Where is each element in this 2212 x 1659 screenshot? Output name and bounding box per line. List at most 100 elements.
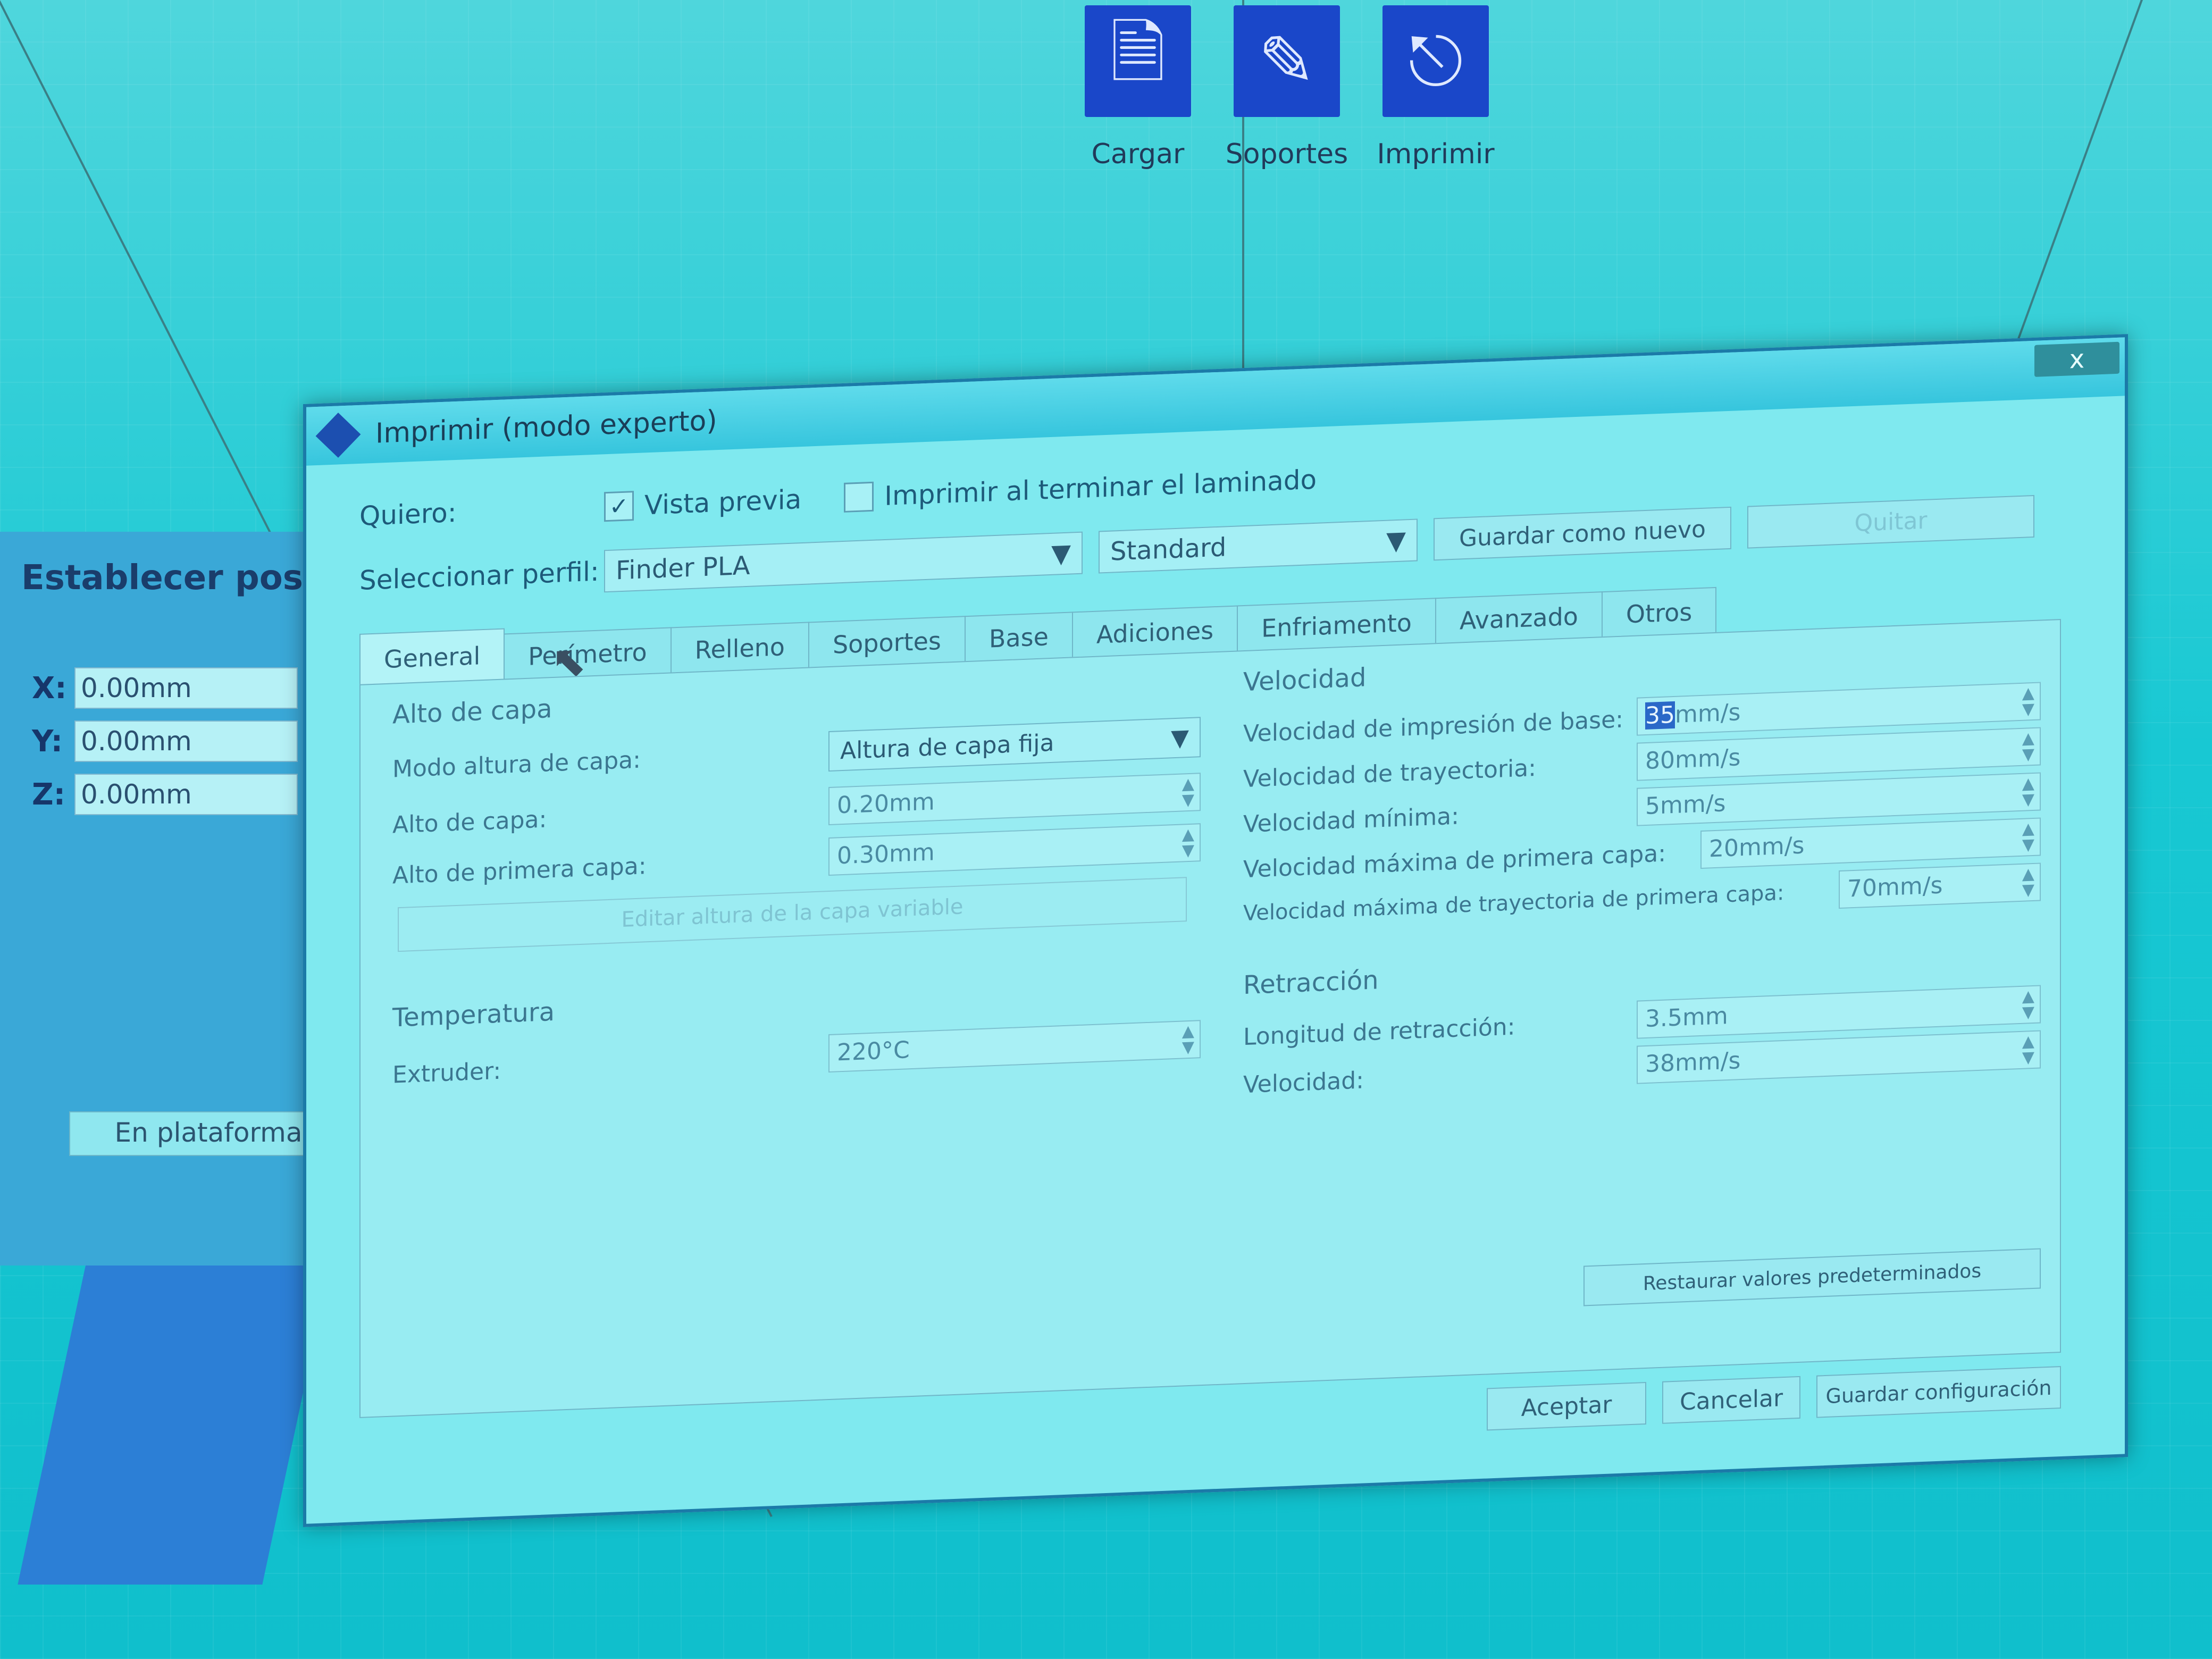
- general-tab-page: Alto de capa Modo altura de capa: Altura…: [359, 618, 2061, 1418]
- close-button[interactable]: x: [2034, 341, 2119, 377]
- preview-label: Vista previa: [644, 483, 802, 521]
- x-row: X: 0.00mm: [32, 667, 298, 709]
- base-speed-input[interactable]: 35mm/s ▲ ▼: [1637, 682, 2041, 736]
- quiero-label: Quiero:: [359, 497, 457, 532]
- extruder-value: 220°C: [837, 1036, 910, 1067]
- print-after-label: Imprimir al terminar el laminado: [884, 464, 1317, 512]
- tab-soportes[interactable]: Soportes: [808, 616, 966, 669]
- retraction-speed-label: Velocidad:: [1243, 1067, 1364, 1099]
- quality-value: Standard: [1110, 532, 1227, 567]
- travel-speed-value: 80mm/s: [1645, 744, 1741, 775]
- chevron-down-icon: ▼: [1171, 724, 1189, 752]
- min-speed-value: 5mm/s: [1645, 790, 1726, 820]
- restore-defaults-button[interactable]: Restaurar valores predeterminados: [1583, 1248, 2041, 1306]
- first-layer-speed-label: Velocidad máxima de primera capa:: [1243, 840, 1666, 884]
- layer-mode-label: Modo altura de capa:: [392, 746, 641, 783]
- extruder-label: Extruder:: [392, 1057, 501, 1089]
- z-input[interactable]: 0.00mm: [74, 774, 298, 815]
- spin-arrows-icon[interactable]: ▲ ▼: [2022, 987, 2034, 1022]
- load-button[interactable]: 🗎 Cargar: [1085, 5, 1191, 170]
- min-speed-label: Velocidad mínima:: [1243, 802, 1459, 839]
- extruder-input[interactable]: 220°C ▲ ▼: [828, 1020, 1201, 1073]
- retraction-length-input[interactable]: 3.5mm ▲ ▼: [1637, 985, 2041, 1039]
- tab-perimetro[interactable]: Perímetro: [504, 627, 672, 681]
- layer-height-value: 0.20mm: [837, 788, 935, 819]
- travel-speed-input[interactable]: 80mm/s ▲ ▼: [1637, 727, 2041, 781]
- print-button[interactable]: ⎋ Imprimir: [1377, 5, 1495, 170]
- print-nozzle-icon: ⎋: [1382, 5, 1489, 117]
- first-layer-label: Alto de primera capa:: [392, 852, 647, 890]
- load-label: Cargar: [1091, 138, 1185, 170]
- spin-arrows-icon[interactable]: ▲ ▼: [2022, 774, 2034, 809]
- retraction-speed-value: 38mm/s: [1645, 1047, 1741, 1078]
- x-label: X:: [32, 671, 67, 706]
- base-speed-unit: mm/s: [1675, 699, 1741, 728]
- spin-arrows-icon[interactable]: ▲ ▼: [1182, 775, 1194, 810]
- profile-label: Seleccionar perfil:: [359, 556, 599, 596]
- tab-otros[interactable]: Otros: [1601, 586, 1717, 639]
- first-layer-speed-input[interactable]: 20mm/s ▲ ▼: [1700, 817, 2041, 869]
- tab-avanzado[interactable]: Avanzado: [1435, 591, 1603, 645]
- tab-base[interactable]: Base: [964, 611, 1073, 663]
- position-panel-title: Establecer posic: [21, 558, 335, 598]
- top-toolbar: 🗎 Cargar ✎ Soportes ⎋ Imprimir: [1085, 5, 1495, 170]
- layer-section-title: Alto de capa: [392, 693, 552, 730]
- dialog-title: Imprimir (modo experto): [375, 405, 717, 450]
- tab-relleno[interactable]: Relleno: [670, 622, 809, 674]
- supports-pencil-icon: ✎: [1234, 5, 1340, 117]
- edit-variable-layer-button[interactable]: Editar altura de la capa variable: [398, 877, 1187, 952]
- remove-button[interactable]: Quitar: [1747, 495, 2034, 549]
- x-input[interactable]: 0.00mm: [74, 667, 298, 709]
- supports-button[interactable]: ✎ Soportes: [1226, 5, 1348, 170]
- spin-arrows-icon[interactable]: ▲ ▼: [2022, 865, 2034, 900]
- spin-arrows-icon[interactable]: ▲ ▼: [2022, 819, 2034, 854]
- temperature-section-title: Temperatura: [392, 996, 555, 1033]
- retraction-section-title: Retracción: [1243, 965, 1379, 1001]
- first-layer-travel-value: 70mm/s: [1847, 872, 1943, 903]
- file-add-icon: 🗎: [1085, 5, 1191, 117]
- spin-arrows-icon[interactable]: ▲ ▼: [2022, 1032, 2034, 1067]
- save-as-new-button[interactable]: Guardar como nuevo: [1434, 506, 1731, 561]
- retraction-length-value: 3.5mm: [1645, 1002, 1728, 1033]
- quality-select[interactable]: Standard ▼: [1099, 518, 1418, 574]
- speed-section-title: Velocidad: [1243, 663, 1367, 698]
- spin-arrows-icon[interactable]: ▲ ▼: [1182, 825, 1194, 860]
- y-row: Y: 0.00mm: [32, 720, 298, 762]
- save-config-button[interactable]: Guardar configuración: [1816, 1365, 2061, 1418]
- spin-arrows-icon[interactable]: ▲ ▼: [2022, 729, 2034, 764]
- chevron-down-icon: ▼: [1386, 525, 1406, 556]
- spin-arrows-icon[interactable]: ▲ ▼: [2022, 684, 2034, 719]
- first-layer-speed-value: 20mm/s: [1709, 832, 1805, 863]
- y-label: Y:: [32, 724, 63, 759]
- z-label: Z:: [32, 777, 65, 812]
- layer-height-input[interactable]: 0.20mm ▲ ▼: [828, 773, 1201, 826]
- tab-general[interactable]: General: [359, 628, 505, 686]
- position-panel: Establecer posic X: 0.00mm Y: 0.00mm Z: …: [0, 532, 348, 1266]
- first-layer-input[interactable]: 0.30mm ▲ ▼: [828, 823, 1201, 876]
- dialog-body: Quiero: ✓ Vista previa Imprimir al termi…: [328, 413, 2104, 1502]
- first-layer-travel-label: Velocidad máxima de trayectoria de prime…: [1243, 880, 1784, 926]
- chevron-down-icon: ▼: [1051, 538, 1071, 569]
- retraction-length-label: Longitud de retracción:: [1243, 1013, 1515, 1051]
- print-label: Imprimir: [1377, 138, 1495, 170]
- min-speed-input[interactable]: 5mm/s ▲ ▼: [1637, 772, 2041, 826]
- cancel-button[interactable]: Cancelar: [1662, 1376, 1800, 1424]
- layer-height-label: Alto de capa:: [392, 806, 547, 839]
- tab-adiciones[interactable]: Adiciones: [1071, 605, 1238, 659]
- travel-speed-label: Velocidad de trayectoria:: [1243, 754, 1536, 793]
- retraction-speed-input[interactable]: 38mm/s ▲ ▼: [1637, 1030, 2041, 1084]
- profile-value: Finder PLA: [616, 550, 750, 586]
- accept-button[interactable]: Aceptar: [1487, 1381, 1646, 1431]
- app-diamond-icon: [315, 413, 361, 458]
- y-input[interactable]: 0.00mm: [74, 720, 298, 762]
- supports-label: Soportes: [1225, 138, 1348, 170]
- spin-arrows-icon[interactable]: ▲ ▼: [1182, 1022, 1194, 1057]
- options-row: Quiero: ✓ Vista previa Imprimir al termi…: [359, 464, 1317, 532]
- first-layer-value: 0.30mm: [837, 839, 935, 870]
- print-expert-dialog: Imprimir (modo experto) x Quiero: ✓ Vist…: [303, 334, 2128, 1528]
- preview-checkbox[interactable]: ✓: [604, 491, 634, 522]
- first-layer-travel-input[interactable]: 70mm/s ▲ ▼: [1839, 862, 2041, 909]
- print-after-checkbox[interactable]: [844, 481, 874, 513]
- layer-mode-select[interactable]: Altura de capa fija ▼: [828, 717, 1201, 772]
- profile-select[interactable]: Finder PLA ▼: [604, 531, 1083, 593]
